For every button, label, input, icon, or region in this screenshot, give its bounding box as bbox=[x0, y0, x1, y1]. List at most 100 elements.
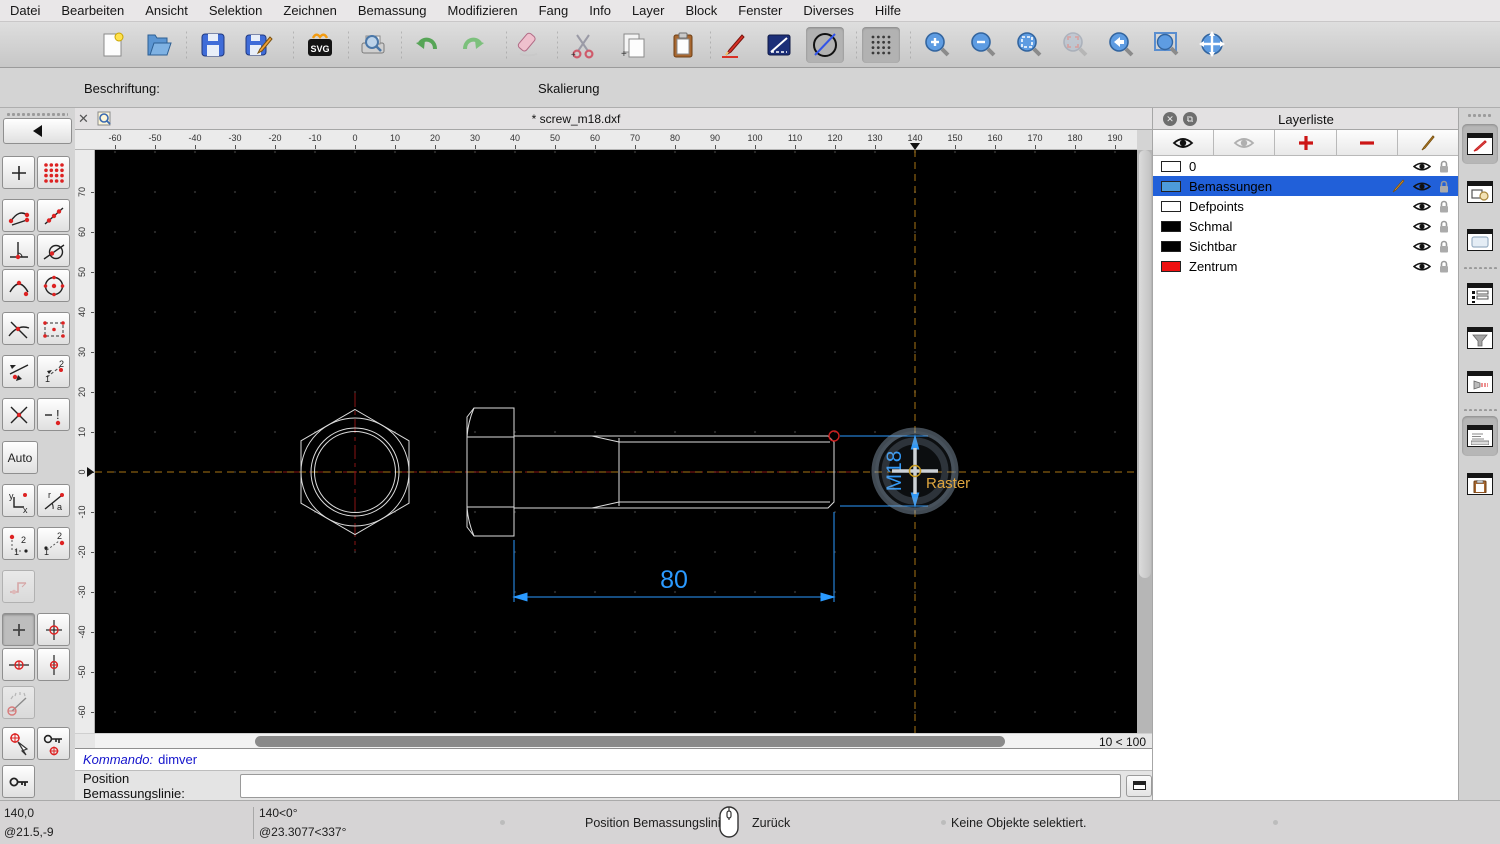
layer-name[interactable]: Schmal bbox=[1189, 219, 1413, 234]
command-line-panel-button[interactable] bbox=[1462, 416, 1498, 456]
menu-item[interactable]: Bemassung bbox=[358, 3, 427, 18]
snap-middle-button[interactable] bbox=[2, 269, 35, 302]
command-window-toggle-button[interactable] bbox=[1126, 774, 1152, 797]
layer-visibility-icon[interactable] bbox=[1413, 180, 1431, 193]
add-layer-button[interactable] bbox=[1275, 130, 1337, 155]
restrict-vertical-button[interactable] bbox=[37, 648, 70, 681]
set-relative-zero-button[interactable] bbox=[2, 727, 35, 760]
layer-lock-icon[interactable] bbox=[1438, 179, 1450, 194]
layer-visibility-icon[interactable] bbox=[1413, 220, 1431, 233]
show-all-layers-button[interactable] bbox=[1153, 130, 1215, 155]
horizontal-scrollbar-thumb[interactable] bbox=[255, 736, 1005, 747]
library-browser-panel-button[interactable] bbox=[1462, 220, 1498, 260]
toolbar-handle[interactable] bbox=[1467, 113, 1493, 117]
menu-item[interactable]: Layer bbox=[632, 3, 665, 18]
toolbar-handle[interactable] bbox=[6, 112, 68, 116]
menu-item[interactable]: Datei bbox=[10, 3, 40, 18]
coordinate-relative-polar-button[interactable]: 12 bbox=[37, 527, 70, 560]
selection-filter-panel-button[interactable] bbox=[1462, 318, 1498, 358]
snap-tangent-button[interactable] bbox=[37, 234, 70, 267]
zoom-window-button[interactable] bbox=[1148, 27, 1186, 63]
snap-free-button[interactable] bbox=[2, 156, 35, 189]
edit-layer-button[interactable] bbox=[1397, 130, 1459, 155]
layer-lock-icon[interactable] bbox=[1438, 219, 1450, 234]
export-svg-button[interactable]: SVG bbox=[301, 27, 339, 63]
tab-title[interactable]: * screw_m18.dxf bbox=[0, 112, 1152, 126]
drawing-canvas[interactable]: 80 M18 Raster bbox=[95, 150, 1137, 733]
restrict-both-button[interactable] bbox=[37, 613, 70, 646]
lock-relative-zero-button[interactable] bbox=[37, 727, 70, 760]
layer-visibility-icon[interactable] bbox=[1413, 160, 1431, 173]
vertical-scrollbar[interactable] bbox=[1137, 150, 1152, 733]
layer-row[interactable]: Defpoints bbox=[1153, 196, 1458, 216]
layer-row[interactable]: Bemassungen bbox=[1153, 176, 1458, 196]
snap-intersection-button[interactable] bbox=[2, 312, 35, 345]
layer-row[interactable]: Sichtbar bbox=[1153, 236, 1458, 256]
block-list-panel-button[interactable] bbox=[1462, 172, 1498, 212]
print-preview-button[interactable] bbox=[354, 27, 392, 63]
layer-name[interactable]: Bemassungen bbox=[1189, 179, 1390, 194]
snap-reference-button[interactable] bbox=[37, 312, 70, 345]
zoom-pan-button[interactable] bbox=[1194, 27, 1232, 63]
cut-button[interactable]: + bbox=[564, 27, 602, 63]
grid-toggle-button[interactable] bbox=[862, 27, 900, 63]
coordinate-polar-button[interactable]: ra bbox=[37, 484, 70, 517]
layer-row[interactable]: Zentrum bbox=[1153, 256, 1458, 276]
command-input[interactable] bbox=[240, 773, 1122, 798]
menu-item[interactable]: Ansicht bbox=[145, 3, 188, 18]
new-file-button[interactable] bbox=[94, 27, 132, 63]
redo-button[interactable] bbox=[454, 27, 492, 63]
remove-layer-button[interactable] bbox=[1336, 130, 1398, 155]
menu-item[interactable]: Bearbeiten bbox=[61, 3, 124, 18]
layer-list-panel-button[interactable] bbox=[1462, 124, 1498, 164]
lighting-panel-button[interactable] bbox=[1462, 362, 1498, 402]
layer-visibility-icon[interactable] bbox=[1413, 200, 1431, 213]
menu-item[interactable]: Info bbox=[589, 3, 611, 18]
restrict-angle-button[interactable] bbox=[2, 686, 35, 719]
delete-button[interactable] bbox=[511, 27, 549, 63]
save-as-button[interactable] bbox=[240, 27, 278, 63]
layer-color-swatch[interactable] bbox=[1161, 200, 1181, 212]
layer-lock-icon[interactable] bbox=[1438, 239, 1450, 254]
zoom-previous-button[interactable] bbox=[1102, 27, 1140, 63]
undo-button[interactable] bbox=[408, 27, 446, 63]
zoom-in-button[interactable] bbox=[918, 27, 956, 63]
layer-lock-icon[interactable] bbox=[1438, 159, 1450, 174]
snap-intersection-x-button[interactable] bbox=[2, 398, 35, 431]
menu-item[interactable]: Fang bbox=[539, 3, 569, 18]
layer-color-swatch[interactable] bbox=[1161, 260, 1181, 272]
snap-endpoints-button[interactable] bbox=[2, 199, 35, 232]
relative-zero-key-button[interactable] bbox=[2, 765, 35, 798]
zoom-selection-button[interactable] bbox=[1056, 27, 1094, 63]
polyline-tool-button[interactable] bbox=[760, 27, 798, 63]
view-list-panel-button[interactable] bbox=[1462, 274, 1498, 314]
ellipse-tool-button[interactable] bbox=[806, 27, 844, 63]
auto-snap-button[interactable]: Auto bbox=[2, 441, 38, 474]
layer-color-swatch[interactable] bbox=[1161, 160, 1181, 172]
menu-item[interactable]: Fenster bbox=[738, 3, 782, 18]
menu-item[interactable]: Modifizieren bbox=[448, 3, 518, 18]
coordinate-relative-cartesian-button[interactable]: 12 bbox=[2, 527, 35, 560]
restrict-horizontal-button[interactable] bbox=[2, 648, 35, 681]
layer-name[interactable]: Zentrum bbox=[1189, 259, 1413, 274]
layer-name[interactable]: Defpoints bbox=[1189, 199, 1413, 214]
menu-item[interactable]: Selektion bbox=[209, 3, 262, 18]
zoom-out-button[interactable] bbox=[964, 27, 1002, 63]
horizontal-scrollbar[interactable] bbox=[95, 734, 1100, 749]
restrict-off-button[interactable] bbox=[2, 613, 35, 646]
snap-intersection-manual-button[interactable]: ! bbox=[37, 398, 70, 431]
layer-visibility-icon[interactable] bbox=[1413, 240, 1431, 253]
paste-button[interactable] bbox=[664, 27, 702, 63]
menu-item[interactable]: Diverses bbox=[803, 3, 854, 18]
menu-item[interactable]: Zeichnen bbox=[283, 3, 336, 18]
snap-grid-button[interactable] bbox=[37, 156, 70, 189]
snap-perpendicular-button[interactable] bbox=[2, 234, 35, 267]
copy-button[interactable]: + bbox=[614, 27, 652, 63]
edit-pencil-button[interactable] bbox=[714, 27, 752, 63]
layer-name[interactable]: 0 bbox=[1189, 159, 1413, 174]
save-button[interactable] bbox=[194, 27, 232, 63]
layer-lock-icon[interactable] bbox=[1438, 259, 1450, 274]
snap-center-button[interactable] bbox=[37, 269, 70, 302]
snap-on-entity-button[interactable] bbox=[37, 199, 70, 232]
restrict-orthogonal-button[interactable] bbox=[2, 570, 35, 603]
